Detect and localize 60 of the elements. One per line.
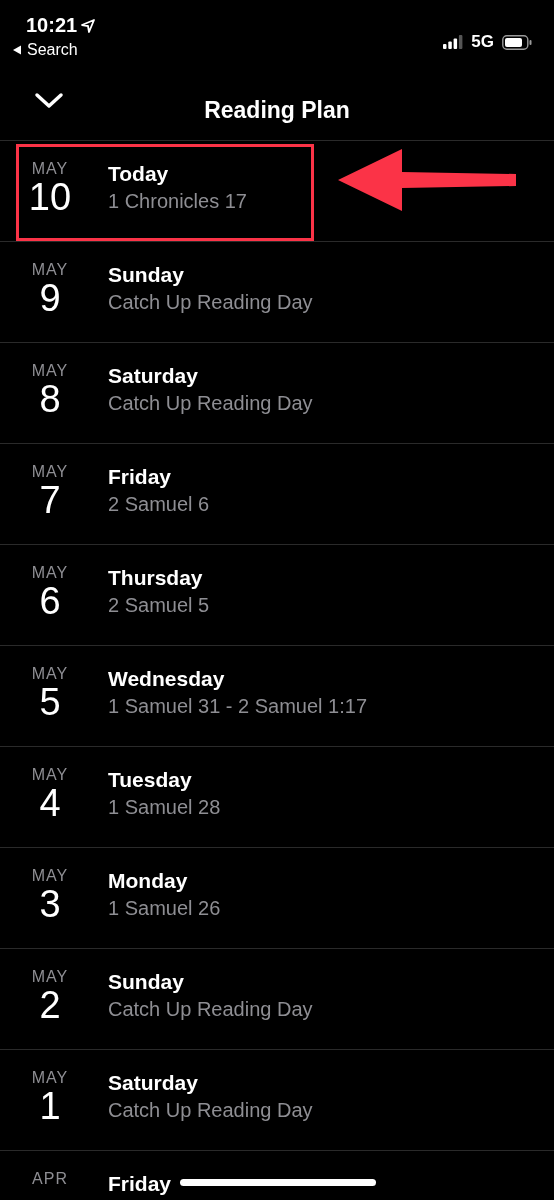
day-number: 1: [39, 1087, 61, 1125]
day-title: Tuesday: [108, 768, 193, 792]
reading-day-item[interactable]: MAY 8 Saturday Catch Up Reading Day: [0, 343, 554, 444]
day-title: Friday: [108, 465, 173, 489]
day-title: Saturday: [108, 364, 199, 388]
reading-day-item[interactable]: MAY 9 Sunday Catch Up Reading Day: [0, 242, 554, 343]
reading-passage: 1 Samuel 28: [108, 796, 221, 819]
day-number: 2: [39, 986, 61, 1024]
back-to-search-link[interactable]: Search: [12, 37, 96, 59]
day-title: Sunday: [108, 970, 185, 994]
day-title: Thursday: [108, 566, 204, 590]
day-number: 4: [39, 784, 61, 822]
signal-icon: [443, 35, 464, 49]
day-number: 3: [39, 885, 61, 923]
month-label: APR: [32, 1170, 68, 1188]
reading-day-item[interactable]: MAY 6 Thursday 2 Samuel 5: [0, 545, 554, 646]
day-number: 10: [28, 178, 72, 216]
month-label: MAY: [31, 968, 69, 986]
day-title: Monday: [108, 869, 189, 893]
reading-day-item[interactable]: MAY 7 Friday 2 Samuel 6: [0, 444, 554, 545]
month-label: MAY: [31, 160, 69, 178]
day-title: Today: [108, 162, 170, 186]
day-title: Wednesday: [108, 667, 226, 691]
reading-passage: Catch Up Reading Day: [108, 291, 313, 314]
day-number: 5: [39, 683, 61, 721]
reading-passage: 1 Samuel 26: [108, 897, 221, 920]
reading-passage: 2 Samuel 6: [108, 493, 210, 516]
reading-day-item[interactable]: MAY 5 Wednesday 1 Samuel 31 - 2 Samuel 1:17: [0, 646, 554, 747]
reading-passage: 2 Samuel 5: [108, 594, 210, 617]
month-label: MAY: [31, 1069, 69, 1087]
screen-title: Reading Plan: [204, 96, 350, 124]
status-time: 10:21: [26, 14, 78, 37]
reading-passage: 1 Samuel 31 - 2 Samuel 1:17: [108, 695, 368, 718]
day-title: Saturday: [108, 1071, 199, 1095]
reading-day-item[interactable]: MAY 1 Saturday Catch Up Reading Day: [0, 1050, 554, 1151]
battery-icon: [502, 34, 532, 50]
day-title: Friday: [108, 1172, 172, 1196]
location-arrow-icon: [81, 18, 96, 33]
day-number: 9: [39, 279, 61, 317]
month-label: MAY: [31, 463, 69, 481]
month-label: MAY: [31, 261, 69, 279]
reading-passage: Catch Up Reading Day: [108, 998, 313, 1021]
reading-day-item[interactable]: MAY 4 Tuesday 1 Samuel 28: [0, 747, 554, 848]
month-label: MAY: [31, 766, 69, 784]
month-label: MAY: [31, 665, 69, 683]
month-label: MAY: [31, 564, 69, 582]
day-title: Sunday: [108, 263, 185, 287]
reading-day-item[interactable]: MAY 3 Monday 1 Samuel 26: [0, 848, 554, 949]
reading-day-item[interactable]: MAY 10 Today 1 Chronicles 17: [0, 141, 554, 242]
reading-passage: Catch Up Reading Day: [108, 1099, 313, 1122]
reading-day-item[interactable]: MAY 2 Sunday Catch Up Reading Day: [0, 949, 554, 1050]
network-label: 5G: [471, 32, 494, 52]
day-number: 6: [39, 582, 61, 620]
reading-passage: Catch Up Reading Day: [108, 392, 313, 415]
month-label: MAY: [31, 867, 69, 885]
day-number: 7: [39, 481, 61, 519]
reading-passage: 1 Chronicles 17: [108, 190, 247, 213]
month-label: MAY: [31, 362, 69, 380]
day-number: 8: [39, 380, 61, 418]
back-triangle-icon: [12, 45, 22, 55]
